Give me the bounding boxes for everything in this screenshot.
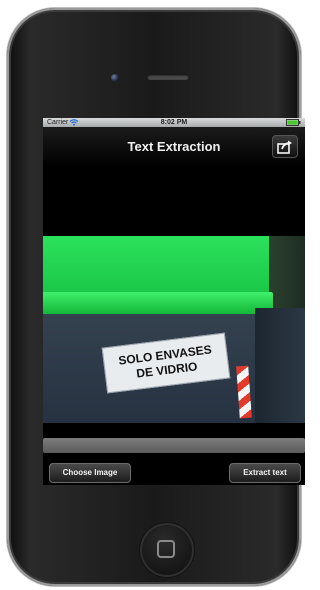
front-camera bbox=[111, 74, 119, 82]
navigation-bar: Text Extraction bbox=[43, 127, 305, 167]
choose-image-button[interactable]: Choose Image bbox=[49, 463, 131, 483]
bin-lid-top bbox=[43, 236, 269, 296]
progress-bar bbox=[43, 438, 305, 453]
home-square-icon bbox=[157, 540, 175, 558]
extract-text-button[interactable]: Extract text bbox=[229, 463, 301, 483]
screen: Carrier 8:02 PM Text Extraction SOLO ENV… bbox=[43, 118, 305, 485]
earpiece-speaker bbox=[147, 74, 189, 80]
page-title: Text Extraction bbox=[127, 139, 221, 154]
home-button[interactable] bbox=[140, 523, 194, 577]
status-bar: Carrier 8:02 PM bbox=[43, 118, 305, 127]
share-button[interactable] bbox=[272, 135, 298, 158]
bin-lid-rim bbox=[43, 292, 273, 314]
status-time: 8:02 PM bbox=[160, 119, 188, 126]
share-icon bbox=[277, 140, 292, 154]
iphone-frame: Carrier 8:02 PM Text Extraction SOLO ENV… bbox=[7, 8, 305, 586]
selected-photo: SOLO ENVASES DE VIDRIO bbox=[43, 236, 305, 423]
bin-side-shadow bbox=[255, 308, 305, 423]
battery-icon bbox=[286, 119, 301, 126]
